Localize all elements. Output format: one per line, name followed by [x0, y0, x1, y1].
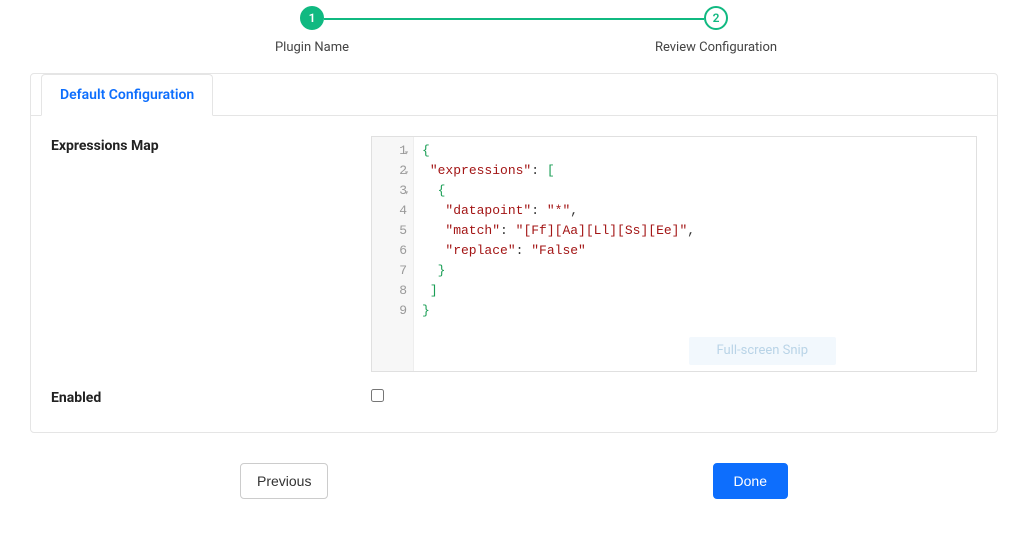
gutter-ln: 4: [399, 203, 407, 218]
panel-body: Expressions Map 1▾ 2▾ 3▾ 4 5 6 7 8 9: [31, 116, 997, 432]
expressions-map-editor[interactable]: 1▾ 2▾ 3▾ 4 5 6 7 8 9 { "expressions": [ …: [371, 136, 977, 372]
step-label-1: Plugin Name: [275, 40, 349, 55]
field-enabled: Enabled: [51, 388, 977, 406]
gutter-ln: 8: [399, 283, 407, 298]
done-button[interactable]: Done: [713, 463, 788, 499]
step-review-configuration[interactable]: 2 Review Configuration: [616, 6, 816, 55]
tabs: Default Configuration: [31, 74, 997, 116]
field-expressions-map: Expressions Map 1▾ 2▾ 3▾ 4 5 6 7 8 9: [51, 136, 977, 372]
step-circle-1: 1: [300, 6, 324, 30]
step-plugin-name[interactable]: 1 Plugin Name: [212, 6, 412, 55]
enabled-label: Enabled: [51, 388, 371, 406]
gutter-ln: 9: [399, 303, 407, 318]
step-connector: [324, 18, 704, 20]
enabled-checkbox[interactable]: [371, 389, 384, 402]
step-label-2: Review Configuration: [655, 40, 777, 55]
code-gutter: 1▾ 2▾ 3▾ 4 5 6 7 8 9: [372, 137, 414, 371]
wizard-footer: Previous Done: [0, 433, 1028, 499]
code-content[interactable]: { "expressions": [ { "datapoint": "*", "…: [414, 137, 976, 371]
gutter-ln: 5: [399, 223, 407, 238]
gutter-ln: 7: [399, 263, 407, 278]
stepper: 1 Plugin Name 2 Review Configuration: [0, 6, 1028, 73]
step-circle-2: 2: [704, 6, 728, 30]
gutter-ln: 6: [399, 243, 407, 258]
config-panel: Default Configuration Expressions Map 1▾…: [30, 73, 998, 433]
expressions-map-label: Expressions Map: [51, 136, 371, 154]
full-screen-snip-hint: Full-screen Snip: [689, 337, 836, 365]
previous-button[interactable]: Previous: [240, 463, 328, 499]
tab-default-configuration[interactable]: Default Configuration: [41, 74, 213, 116]
